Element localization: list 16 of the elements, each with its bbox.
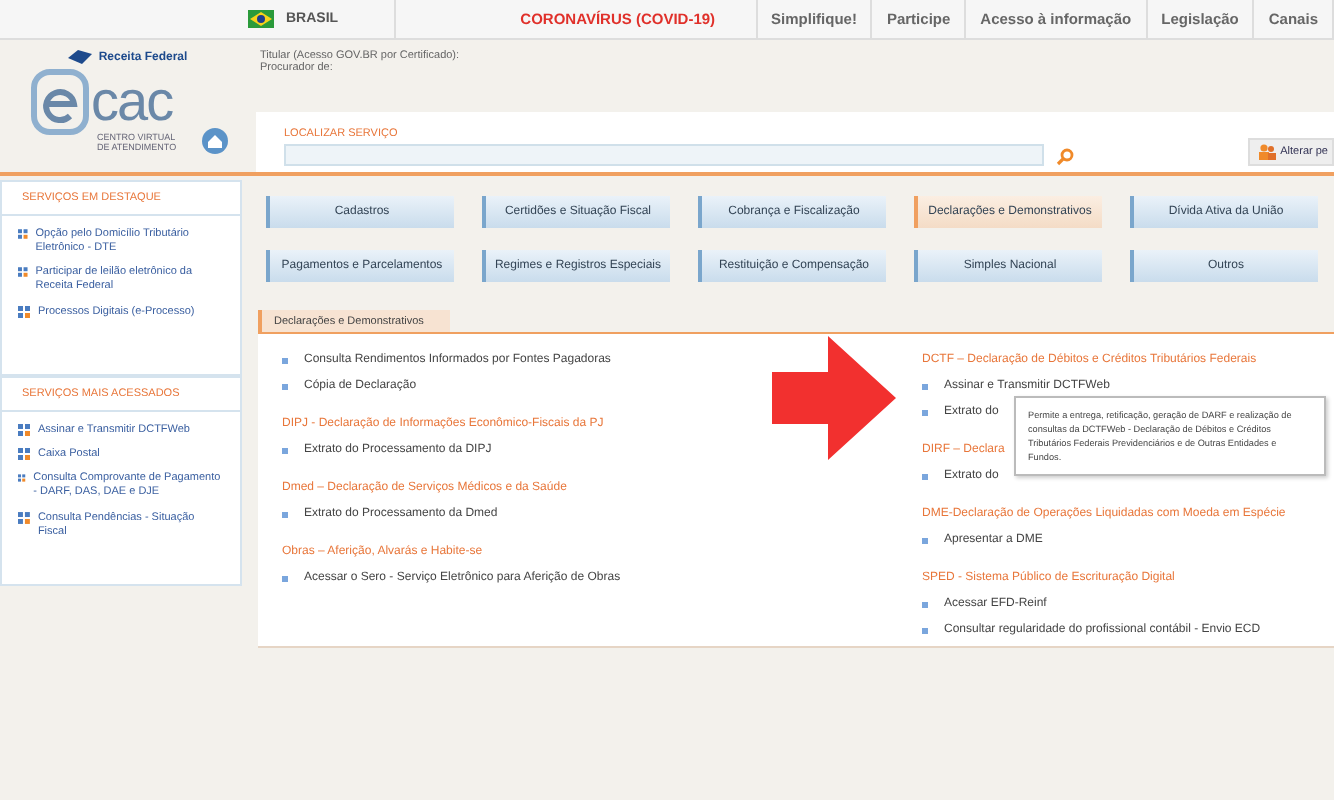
- agency-logo-icon: [68, 50, 93, 64]
- logo-text: cac: [91, 74, 173, 130]
- bullet-icon: [18, 511, 30, 524]
- bullet-icon: [18, 305, 30, 318]
- search-icon[interactable]: [1056, 148, 1074, 166]
- bullet-icon: [18, 228, 28, 240]
- arrow-drawing: [772, 336, 896, 460]
- bullet-icon: [18, 472, 26, 485]
- home-icon[interactable]: [201, 127, 227, 154]
- bullet-icon: [18, 448, 30, 461]
- ecac-logo-icon: [29, 68, 89, 136]
- flag-icon: [248, 10, 274, 28]
- search-field[interactable]: [284, 144, 1044, 166]
- bullet-icon: [18, 266, 28, 279]
- bullet-icon: [18, 424, 30, 436]
- people-icon: [1258, 144, 1277, 160]
